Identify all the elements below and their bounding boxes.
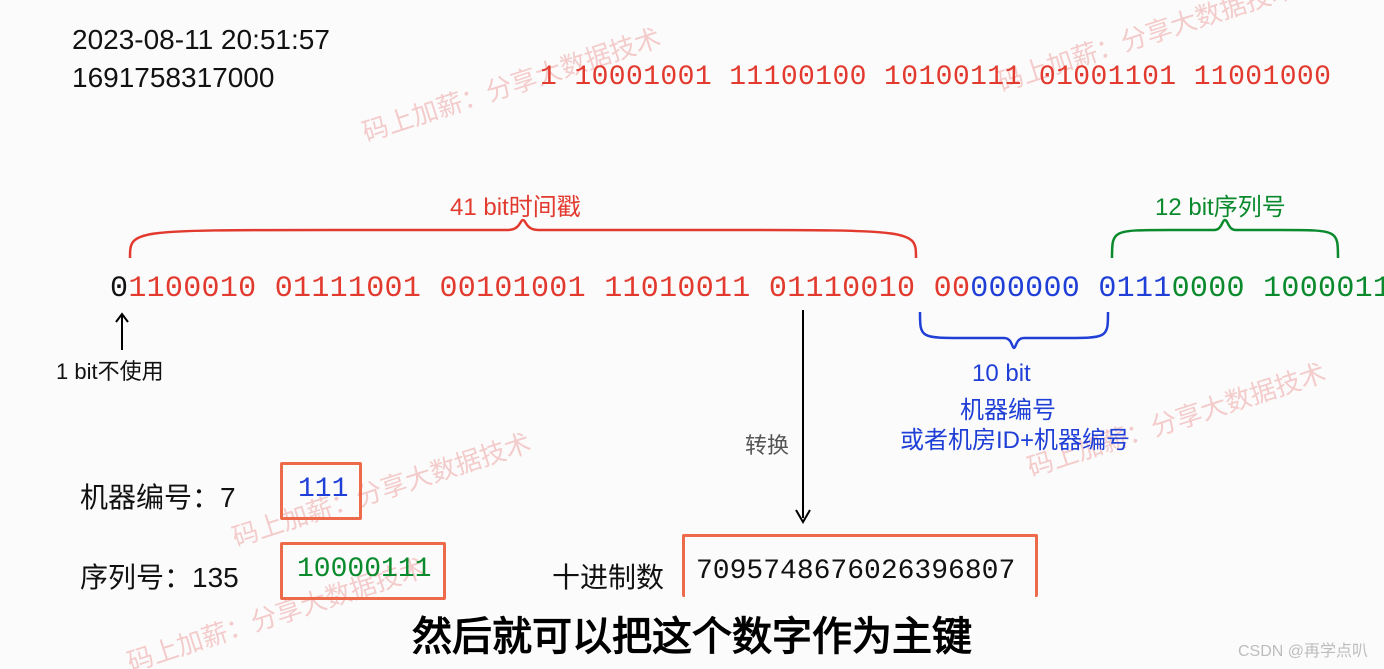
machine-dec: 7 [220,482,236,513]
watermark: 码上加薪：分享大数据技术 [1022,353,1330,485]
convert-label: 转换 [745,428,789,460]
machine-bits-l3: 或者机房ID+机器编号 [900,420,1130,455]
arrow-convert [793,310,813,530]
bit-sequence: 0000 10000111 [1172,272,1384,306]
watermark: 码上加薪：分享大数据技术 [227,423,535,555]
snowflake-bits: 01100010 01111001 00101001 11010011 0111… [110,272,1384,306]
timestamp-label: 41 bit时间戳 [450,187,581,222]
unused-label: 1 bit不使用 [56,354,164,386]
arrow-sign-bit [112,308,132,352]
brace-timestamp [128,218,918,266]
bit-timestamp: 1100010 01111001 00101001 11010011 01110… [128,272,970,306]
machine-bits-title: 10 bit [972,360,1031,388]
seq-dec: 135 [192,562,239,593]
bit-machine: 000000 0111 [970,272,1171,306]
decnum-label: 十进制数 [552,556,664,596]
machine-bin: 111 [298,474,348,505]
sequence-label: 12 bit序列号 [1155,187,1286,222]
brace-machine [918,308,1110,356]
machine-label: 机器编号： [80,482,220,513]
brace-sequence [1110,218,1340,266]
epoch-binary: 1 10001001 11100100 10100111 01001101 11… [540,62,1331,93]
decnum: 7095748676026396807 [696,556,1015,587]
datetime: 2023-08-11 20:51:57 [72,24,330,56]
sequence-row: 序列号：135 [80,556,239,596]
seq-bin: 10000111 [297,554,431,585]
bit-sign: 0 [110,272,128,306]
seq-label: 序列号： [80,562,192,593]
csdn-credit: CSDN @再学点叭 [1238,637,1368,661]
subtitle-caption: 然后就可以把这个数字作为主键 [0,604,1384,662]
epoch-ms: 1691758317000 [72,62,274,94]
machine-row: 机器编号：7 [80,476,236,516]
